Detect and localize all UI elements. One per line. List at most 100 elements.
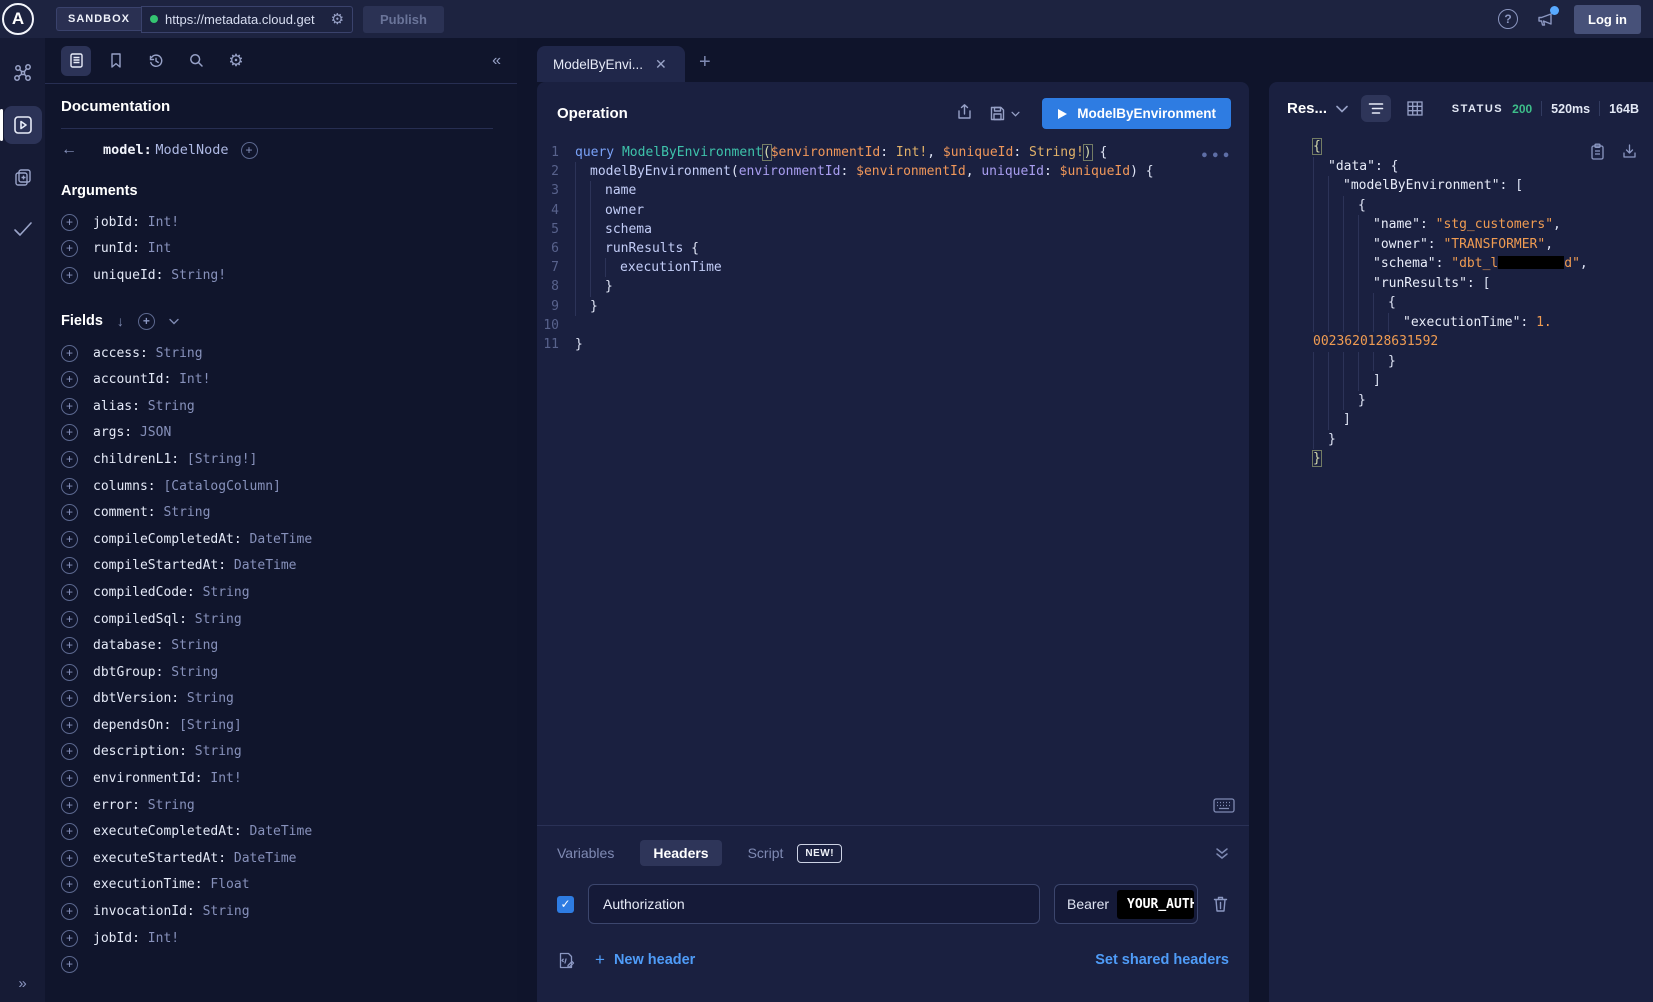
- field-type[interactable]: DateTime: [242, 824, 312, 839]
- endpoint-settings-icon[interactable]: ⚙: [331, 12, 344, 27]
- collapse-subpanel-button[interactable]: [1215, 847, 1229, 860]
- field-type[interactable]: DateTime: [226, 558, 296, 573]
- response-title[interactable]: Res...: [1287, 100, 1327, 117]
- field-name[interactable]: jobId:: [93, 215, 140, 230]
- add-field-icon[interactable]: +: [61, 611, 78, 628]
- add-all-fields-icon[interactable]: +: [138, 313, 155, 330]
- add-field-icon[interactable]: +: [61, 956, 78, 973]
- add-field-icon[interactable]: +: [61, 214, 78, 231]
- field-name[interactable]: error:: [93, 798, 140, 813]
- add-field-icon[interactable]: +: [61, 398, 78, 415]
- query-editor[interactable]: 1query ModelByEnvironment($environmentId…: [537, 141, 1249, 825]
- breadcrumb-type[interactable]: ModelNode: [155, 142, 228, 158]
- nav-explorer-item[interactable]: [4, 106, 42, 144]
- keyboard-shortcuts-button[interactable]: [1213, 798, 1235, 817]
- field-name[interactable]: environmentId:: [93, 771, 203, 786]
- table-view-button[interactable]: [1400, 95, 1430, 122]
- field-type[interactable]: Int!: [140, 215, 179, 230]
- add-field-icon[interactable]: +: [61, 345, 78, 362]
- raw-view-button[interactable]: [1361, 95, 1391, 122]
- field-type[interactable]: String: [187, 744, 242, 759]
- add-field-icon[interactable]: +: [61, 770, 78, 787]
- operation-tab[interactable]: ModelByEnvi... ✕: [537, 46, 685, 82]
- field-type[interactable]: String: [163, 665, 218, 680]
- add-type-icon[interactable]: +: [241, 142, 258, 159]
- field-type[interactable]: String: [187, 612, 242, 627]
- copy-response-button[interactable]: [1590, 143, 1605, 164]
- add-field-icon[interactable]: +: [61, 903, 78, 920]
- field-name[interactable]: compileStartedAt:: [93, 558, 226, 573]
- field-type[interactable]: String: [156, 505, 211, 520]
- docs-tab-button[interactable]: [61, 46, 91, 76]
- field-type[interactable]: String: [195, 904, 250, 919]
- field-type[interactable]: [String]: [171, 718, 241, 733]
- field-type[interactable]: String: [148, 346, 203, 361]
- field-name[interactable]: compiledCode:: [93, 585, 195, 600]
- field-name[interactable]: executeCompletedAt:: [93, 824, 242, 839]
- header-enabled-checkbox[interactable]: ✓: [557, 896, 574, 913]
- apollo-logo[interactable]: A: [2, 3, 34, 35]
- add-field-icon[interactable]: +: [61, 584, 78, 601]
- tab-variables[interactable]: Variables: [557, 845, 614, 861]
- announcements-button[interactable]: [1536, 9, 1556, 29]
- field-name[interactable]: executionTime:: [93, 877, 203, 892]
- field-type[interactable]: Int!: [203, 771, 242, 786]
- header-name-input[interactable]: Authorization: [588, 884, 1040, 924]
- save-operation-button[interactable]: [989, 105, 1020, 122]
- field-type[interactable]: Int!: [171, 372, 210, 387]
- share-operation-button[interactable]: [956, 103, 973, 124]
- login-button[interactable]: Log in: [1574, 5, 1641, 34]
- add-field-icon[interactable]: +: [61, 876, 78, 893]
- new-header-button[interactable]: + New header: [595, 950, 695, 970]
- field-name[interactable]: dbtGroup:: [93, 665, 163, 680]
- field-type[interactable]: DateTime: [242, 532, 312, 547]
- field-name[interactable]: args:: [93, 425, 132, 440]
- field-type[interactable]: String: [140, 798, 195, 813]
- add-field-icon[interactable]: +: [61, 743, 78, 760]
- field-name[interactable]: database:: [93, 638, 163, 653]
- add-field-icon[interactable]: +: [61, 557, 78, 574]
- field-name[interactable]: jobId:: [93, 931, 140, 946]
- close-tab-icon[interactable]: ✕: [655, 56, 667, 73]
- add-field-icon[interactable]: +: [61, 690, 78, 707]
- field-name[interactable]: compileCompletedAt:: [93, 532, 242, 547]
- nav-collections-item[interactable]: [4, 158, 42, 196]
- docs-settings-button[interactable]: ⚙: [221, 46, 251, 76]
- add-field-icon[interactable]: +: [61, 850, 78, 867]
- field-type[interactable]: [CatalogColumn]: [156, 479, 281, 494]
- field-type[interactable]: String: [140, 399, 195, 414]
- field-name[interactable]: accountId:: [93, 372, 171, 387]
- run-operation-button[interactable]: ModelByEnvironment: [1042, 98, 1231, 129]
- back-arrow-icon[interactable]: ←: [61, 141, 77, 159]
- add-field-icon[interactable]: +: [61, 637, 78, 654]
- sort-fields-icon[interactable]: ↓: [117, 313, 124, 329]
- field-name[interactable]: access:: [93, 346, 148, 361]
- field-type[interactable]: Int!: [140, 931, 179, 946]
- add-field-icon[interactable]: +: [61, 451, 78, 468]
- help-icon[interactable]: ?: [1498, 9, 1518, 29]
- add-field-icon[interactable]: +: [61, 371, 78, 388]
- field-name[interactable]: alias:: [93, 399, 140, 414]
- fields-options-chevron-icon[interactable]: [169, 318, 179, 325]
- field-name[interactable]: dependsOn:: [93, 718, 171, 733]
- field-type[interactable]: Float: [203, 877, 250, 892]
- response-dropdown-chevron-icon[interactable]: [1336, 105, 1348, 113]
- add-field-icon[interactable]: +: [61, 504, 78, 521]
- download-response-button[interactable]: [1622, 143, 1637, 164]
- field-name[interactable]: description:: [93, 744, 187, 759]
- header-value-input[interactable]: Bearer YOUR_AUTH_TOKEN: [1054, 884, 1198, 924]
- add-field-icon[interactable]: +: [61, 823, 78, 840]
- endpoint-input[interactable]: https://metadata.cloud.get ⚙: [141, 6, 353, 33]
- add-field-icon[interactable]: +: [61, 478, 78, 495]
- set-shared-headers-button[interactable]: Set shared headers: [1095, 952, 1229, 968]
- collapse-docs-button[interactable]: «: [492, 52, 501, 70]
- field-type[interactable]: Int: [140, 241, 171, 256]
- field-name[interactable]: runId:: [93, 241, 140, 256]
- add-field-icon[interactable]: +: [61, 267, 78, 284]
- field-name[interactable]: comment:: [93, 505, 156, 520]
- expand-rail-button[interactable]: »: [18, 975, 26, 992]
- nav-schema-item[interactable]: [4, 54, 42, 92]
- editor-menu-button[interactable]: •••: [1201, 149, 1233, 164]
- field-type[interactable]: String: [163, 638, 218, 653]
- field-type[interactable]: DateTime: [226, 851, 296, 866]
